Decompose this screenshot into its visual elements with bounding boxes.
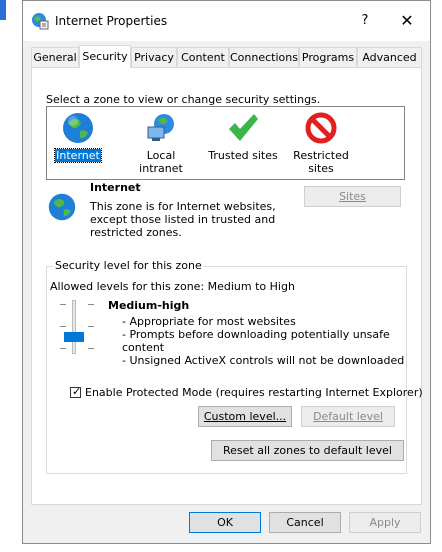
tab-content[interactable]: Content: [177, 47, 229, 67]
slider-tick: [88, 304, 94, 305]
level-detail: - Appropriate for most websites: [122, 315, 296, 328]
close-button[interactable]: ✕: [395, 9, 419, 33]
slider-track: [72, 300, 76, 354]
desktop-edge: [0, 0, 22, 552]
zone-list: Internet Local intranet Trusted sites Re…: [46, 106, 405, 180]
zone-internet[interactable]: Internet: [53, 111, 103, 163]
group-title: Security level for this zone: [53, 259, 204, 272]
zone-local-intranet[interactable]: Local intranet: [123, 111, 199, 175]
globe-icon: [48, 193, 76, 221]
ok-button[interactable]: OK: [189, 512, 261, 533]
level-detail: - Unsigned ActiveX controls will not be …: [122, 354, 405, 367]
help-button[interactable]: ?: [353, 9, 377, 33]
tab-security[interactable]: Security: [79, 45, 131, 68]
level-name: Medium-high: [108, 299, 190, 312]
window-title: Internet Properties: [55, 14, 168, 28]
zone-restricted-sites[interactable]: Restricted sites: [291, 111, 351, 175]
zone-prompt: Select a zone to view or change security…: [46, 93, 321, 106]
zone-label: Restricted sites: [293, 149, 349, 175]
internet-properties-dialog: Internet Properties ? ✕ General Security…: [22, 0, 431, 544]
tab-privacy[interactable]: Privacy: [131, 47, 177, 67]
intranet-icon: [147, 114, 174, 141]
sites-button[interactable]: Sites: [304, 186, 401, 207]
apply-button[interactable]: Apply: [349, 512, 421, 533]
tab-general[interactable]: General: [31, 47, 79, 67]
allowed-levels: Allowed levels for this zone: Medium to …: [50, 280, 295, 293]
tab-programs[interactable]: Programs: [299, 47, 357, 67]
protected-mode-checkbox[interactable]: ✓: [70, 385, 82, 398]
default-level-button[interactable]: Default level: [301, 406, 395, 427]
slider-tick: [60, 326, 66, 327]
slider-tick: [88, 348, 94, 349]
level-detail: content: [122, 341, 165, 354]
reset-all-zones-button[interactable]: Reset all zones to default level: [211, 440, 404, 461]
security-panel: Select a zone to view or change security…: [31, 67, 423, 505]
zone-label: Internet: [54, 148, 102, 163]
level-detail: - Prompts before downloading potentially…: [122, 328, 390, 341]
tab-connections[interactable]: Connections: [229, 47, 299, 67]
slider-tick: [60, 348, 66, 349]
check-icon: ✓: [72, 385, 82, 398]
zone-description: except those listed in trusted and: [90, 213, 276, 226]
tab-advanced[interactable]: Advanced: [357, 47, 422, 67]
zone-trusted-sites[interactable]: Trusted sites: [207, 111, 279, 162]
zone-label: Local intranet: [139, 149, 183, 175]
desktop-selection: [0, 0, 6, 20]
protected-mode-label: Enable Protected Mode (requires restarti…: [85, 386, 423, 399]
custom-level-button[interactable]: Custom level...: [198, 406, 292, 427]
slider-tick: [60, 304, 66, 305]
prohibited-icon: [305, 112, 337, 144]
checkmark-icon: [229, 114, 258, 141]
selected-zone-name: Internet: [90, 181, 141, 194]
internet-options-icon: [32, 13, 49, 30]
title-bar: Internet Properties ? ✕: [23, 1, 430, 41]
slider-thumb[interactable]: [64, 332, 84, 342]
zone-description: restricted zones.: [90, 226, 182, 239]
globe-icon: [63, 113, 93, 143]
zone-description: This zone is for Internet websites,: [90, 200, 276, 213]
cancel-button[interactable]: Cancel: [269, 512, 341, 533]
slider-tick: [88, 326, 94, 327]
zone-label: Trusted sites: [208, 149, 278, 162]
